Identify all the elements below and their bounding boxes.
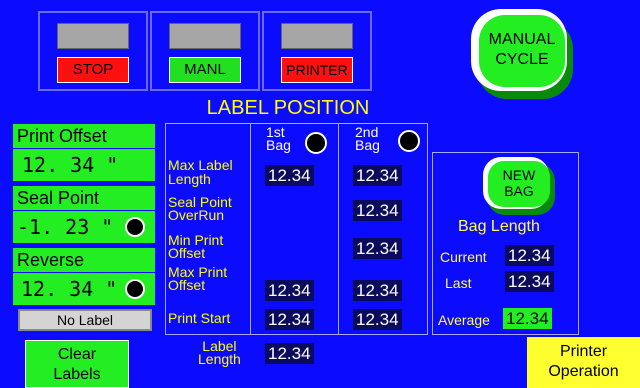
manl-indicator xyxy=(169,23,241,49)
clear-labels-button[interactable]: Clear Labels xyxy=(25,340,129,388)
max-label-length-2nd[interactable]: 12.34 xyxy=(353,165,402,186)
stop-indicator xyxy=(57,23,129,49)
reverse-value[interactable]: 12. 34 " xyxy=(13,273,155,305)
seal-point-overrun-2nd[interactable]: 12.34 xyxy=(353,200,402,221)
row-label-line2: Length xyxy=(168,171,211,187)
reverse-indicator xyxy=(125,279,145,299)
col-header-2nd-bag: 2nd Bag xyxy=(355,125,380,153)
manl-panel: MANL xyxy=(150,11,260,91)
printer-operation-button[interactable]: Printer Operation xyxy=(527,337,640,388)
last-value: 12.34 xyxy=(505,271,554,292)
manual-cycle-face: MANUAL CYCLE xyxy=(479,15,565,87)
clear-labels-label-2: Labels xyxy=(53,366,101,383)
printer-indicator xyxy=(281,23,353,49)
current-value: 12.34 xyxy=(505,245,554,266)
label-length-value: 12.34 xyxy=(265,343,314,364)
row-label-line2: Offset xyxy=(168,277,206,293)
row-label-line1: Max Label xyxy=(168,157,233,173)
row-label-line2: OverRun xyxy=(168,207,225,223)
col-header-1st-bag: 1st Bag xyxy=(266,125,291,153)
row-label-print-start: Print Start xyxy=(168,310,231,326)
new-bag-label-2: BAG xyxy=(504,183,534,199)
average-label: Average xyxy=(438,312,490,328)
reverse-value-text: 12. 34 " xyxy=(21,277,118,301)
new-bag-label-1: NEW xyxy=(502,167,536,183)
row-label-max-print-offset: Max Print Offset xyxy=(168,265,227,293)
first-bag-indicator xyxy=(305,132,327,154)
manual-cycle-label-2: CYCLE xyxy=(495,51,549,68)
clear-labels-label-1: Clear xyxy=(57,346,97,363)
printer-button[interactable]: PRINTER xyxy=(281,57,353,83)
label-length-label: Label Length xyxy=(198,339,241,367)
last-label: Last xyxy=(445,275,472,291)
table-divider-2 xyxy=(338,123,339,335)
table-divider-1 xyxy=(250,123,251,335)
seal-point-indicator xyxy=(125,217,145,237)
page-title: LABEL POSITION xyxy=(206,97,370,119)
manual-cycle-button[interactable]: MANUAL CYCLE xyxy=(471,9,575,99)
manual-cycle-label-1: MANUAL xyxy=(488,31,556,48)
reverse-label: Reverse xyxy=(13,248,155,272)
max-print-offset-2nd[interactable]: 12.34 xyxy=(353,280,402,301)
printer-operation-label-1: Printer xyxy=(559,343,608,360)
position-table xyxy=(165,123,428,335)
average-value: 12.34 xyxy=(503,308,552,329)
seal-point-value-text: -1. 23 " xyxy=(17,215,114,239)
row-label-line2: Offset xyxy=(168,245,206,261)
seal-point-label: Seal Point xyxy=(13,186,155,210)
manl-button[interactable]: MANL xyxy=(169,57,241,83)
print-start-1st[interactable]: 12.34 xyxy=(265,309,314,330)
printer-panel: PRINTER xyxy=(262,11,372,91)
seal-point-value[interactable]: -1. 23 " xyxy=(13,211,155,243)
max-label-length-1st[interactable]: 12.34 xyxy=(265,165,314,186)
second-bag-indicator xyxy=(398,130,420,152)
printer-operation-label-2: Operation xyxy=(548,363,619,380)
label-length-line2: Length xyxy=(198,351,241,367)
bag-length-title: Bag Length xyxy=(458,218,540,235)
min-print-offset-2nd[interactable]: 12.34 xyxy=(353,238,402,259)
new-bag-button[interactable]: NEW BAG xyxy=(483,157,555,215)
col-header-2nd-line2: Bag xyxy=(355,137,380,153)
stop-button[interactable]: STOP xyxy=(57,57,129,83)
row-label-seal-point-overrun: Seal Point OverRun xyxy=(168,195,232,223)
new-bag-face: NEW BAG xyxy=(488,161,550,207)
print-offset-label: Print Offset xyxy=(13,124,155,148)
no-label-button[interactable]: No Label xyxy=(18,309,152,331)
row-label-max-label-length: Max Label Length xyxy=(168,158,233,186)
row-label-min-print-offset: Min Print Offset xyxy=(168,233,223,261)
print-start-2nd[interactable]: 12.34 xyxy=(353,309,402,330)
stop-panel: STOP xyxy=(38,11,148,91)
col-header-1st-line2: Bag xyxy=(266,137,291,153)
current-label: Current xyxy=(440,249,487,265)
print-offset-value[interactable]: 12. 34 " xyxy=(13,149,155,181)
max-print-offset-1st[interactable]: 12.34 xyxy=(265,280,314,301)
